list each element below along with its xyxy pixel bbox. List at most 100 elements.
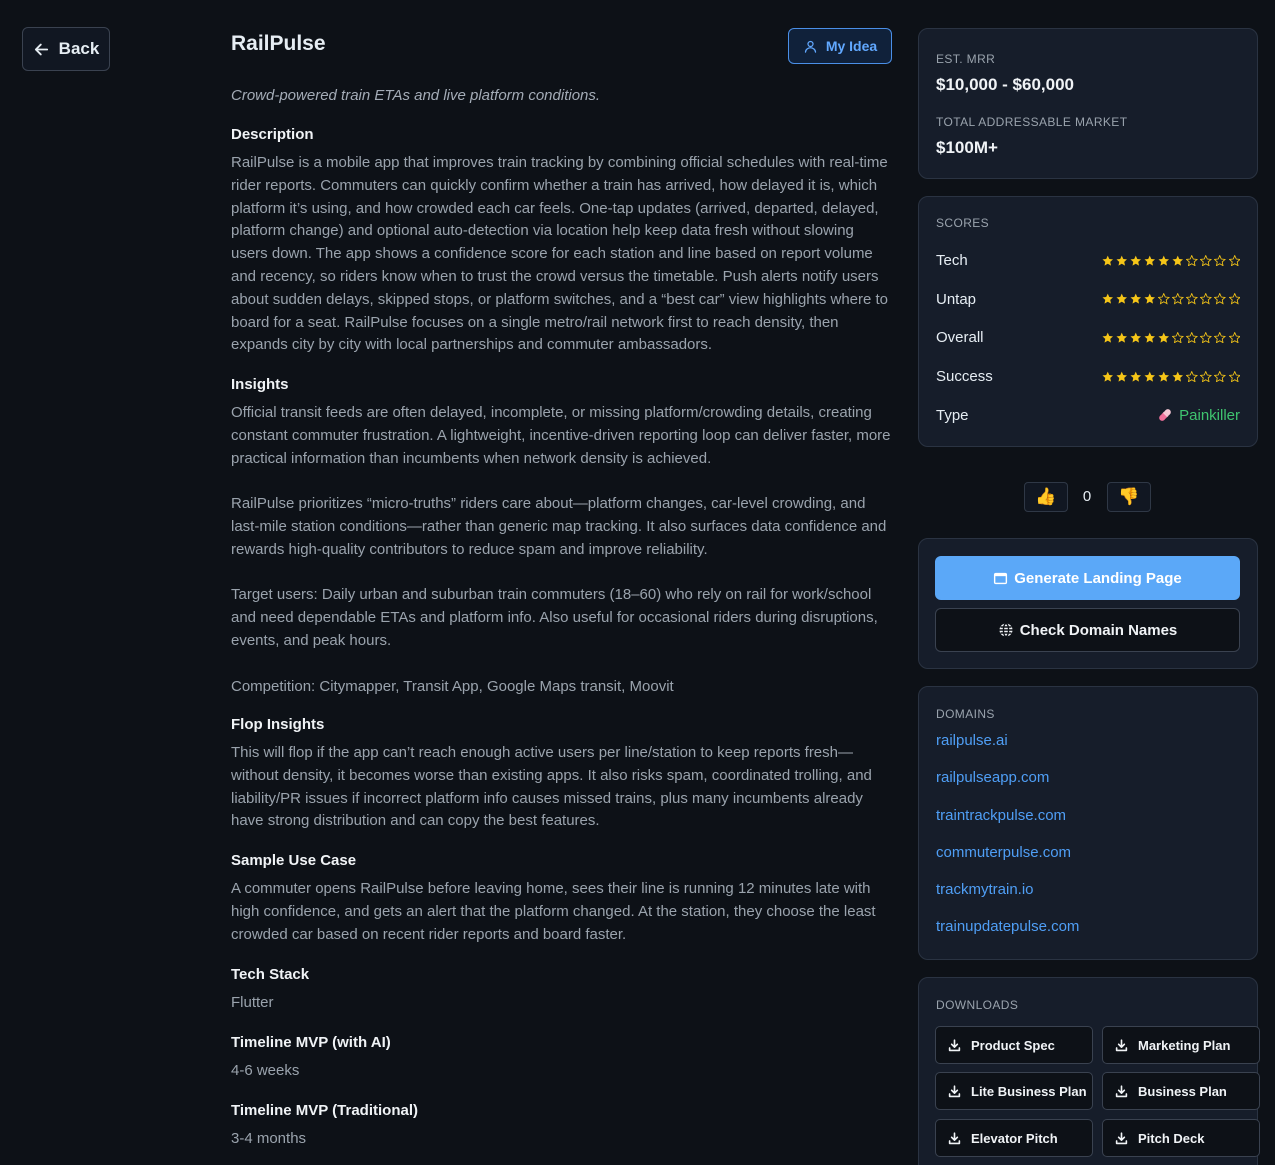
generate-label: Generate Landing Page <box>1014 569 1182 587</box>
star-filled-icon <box>1116 293 1127 304</box>
star-empty-icon <box>1214 370 1226 383</box>
type-row: Type Painkiller <box>936 396 1240 435</box>
generate-landing-page-button[interactable]: Generate Landing Page <box>935 556 1240 600</box>
star-rating <box>1102 293 1240 305</box>
domain-link[interactable]: railpulseapp.com <box>936 768 1240 805</box>
domains-card: DOMAINS railpulse.ai railpulseapp.com tr… <box>918 686 1258 960</box>
download-marketing-plan-button[interactable]: Marketing Plan <box>1102 1026 1260 1064</box>
download-business-plan-button[interactable]: Business Plan <box>1102 1072 1260 1110</box>
score-row-untap: Untap <box>936 280 1240 319</box>
section-description: Description RailPulse is a mobile app th… <box>231 125 891 357</box>
tam-value: $100M+ <box>936 138 998 157</box>
mrr-label: EST. MRR <box>936 52 996 66</box>
star-empty-icon <box>1228 331 1240 344</box>
my-idea-button[interactable]: My Idea <box>788 28 892 64</box>
download-icon <box>1115 1084 1128 1097</box>
download-lite-business-plan-button[interactable]: Lite Business Plan <box>935 1072 1093 1110</box>
user-icon <box>804 40 816 53</box>
section-heading: Description <box>231 126 314 143</box>
check-domain-names-button[interactable]: Check Domain Names <box>935 608 1240 652</box>
globe-icon <box>999 622 1013 638</box>
section-body: 4-6 weeks <box>231 1062 300 1079</box>
vote-count: 0 <box>1082 488 1092 505</box>
section-body: This will flop if the app can’t reach en… <box>231 744 872 830</box>
star-empty-icon <box>1158 293 1170 305</box>
section-heading: Sample Use Case <box>231 852 357 869</box>
star-filled-icon <box>1144 371 1155 382</box>
star-filled-icon <box>1116 255 1127 266</box>
star-empty-icon <box>1228 293 1240 305</box>
download-label: Elevator Pitch <box>971 1130 1058 1146</box>
star-empty-icon <box>1200 331 1212 344</box>
download-label: Lite Business Plan <box>971 1083 1087 1099</box>
section-timeline-ai: Timeline MVP (with AI) 4-6 weeks <box>231 1033 891 1083</box>
star-empty-icon <box>1200 370 1212 383</box>
star-filled-icon <box>1158 371 1170 382</box>
star-empty-icon <box>1214 293 1226 305</box>
star-filled-icon <box>1130 255 1141 266</box>
domain-link[interactable]: trackmytrain.io <box>936 880 1240 917</box>
star-filled-icon <box>1158 332 1170 343</box>
star-empty-icon <box>1214 254 1226 267</box>
scores-heading: SCORES <box>936 216 990 230</box>
download-icon <box>948 1084 961 1097</box>
section-sample-use-case: Sample Use Case A commuter opens RailPul… <box>231 851 891 946</box>
domains-heading: DOMAINS <box>936 707 995 721</box>
section-heading: Timeline MVP (with AI) <box>231 1034 391 1051</box>
download-label: Pitch Deck <box>1138 1130 1205 1146</box>
browser-window-icon <box>994 572 1008 584</box>
star-empty-icon <box>1200 254 1212 267</box>
score-row-overall: Overall <box>936 318 1240 357</box>
star-filled-icon <box>1102 332 1113 343</box>
download-elevator-pitch-button[interactable]: Elevator Pitch <box>935 1119 1093 1157</box>
score-label: Untap <box>936 290 977 308</box>
download-icon <box>948 1038 961 1051</box>
domain-link[interactable]: traintrackpulse.com <box>936 806 1240 843</box>
section-body: A commuter opens RailPulse before leavin… <box>231 880 876 943</box>
star-empty-icon <box>1172 293 1184 305</box>
star-rating <box>1102 331 1240 344</box>
domain-link[interactable]: trainupdatepulse.com <box>936 917 1240 954</box>
downloads-card: DOWNLOADS Product Spec Marketing Plan Li… <box>918 977 1260 1165</box>
section-heading: Timeline MVP (Traditional) <box>231 1102 418 1119</box>
star-filled-icon <box>1144 293 1155 304</box>
star-filled-icon <box>1144 255 1155 266</box>
star-empty-icon <box>1228 370 1240 383</box>
tam-label: TOTAL ADDRESSABLE MARKET <box>936 115 1128 129</box>
domain-link[interactable]: railpulse.ai <box>936 731 1240 768</box>
star-filled-icon <box>1158 255 1170 266</box>
section-tech-stack: Tech Stack Flutter <box>231 965 891 1015</box>
download-label: Business Plan <box>1138 1083 1227 1099</box>
section-timeline-traditional: Timeline MVP (Traditional) 3-4 months <box>231 1101 891 1151</box>
downvote-button[interactable]: 👎 <box>1107 482 1151 512</box>
type-text: Painkiller <box>1179 406 1240 424</box>
domain-link[interactable]: commuterpulse.com <box>936 843 1240 880</box>
download-label: Product Spec <box>971 1037 1055 1053</box>
section-heading: Flop Insights <box>231 716 325 733</box>
star-filled-icon <box>1144 332 1155 343</box>
download-product-spec-button[interactable]: Product Spec <box>935 1026 1093 1064</box>
star-filled-icon <box>1172 371 1184 382</box>
check-domains-label: Check Domain Names <box>1019 621 1178 639</box>
section-heading: Insights <box>231 376 289 393</box>
section-body: RailPulse is a mobile app that improves … <box>231 154 889 354</box>
star-filled-icon <box>1172 255 1184 266</box>
upvote-button[interactable]: 👍 <box>1024 482 1068 512</box>
download-icon <box>948 1131 961 1144</box>
back-button[interactable]: Back <box>22 27 110 71</box>
score-label: Overall <box>936 329 984 347</box>
star-empty-icon <box>1228 254 1240 267</box>
download-label: Marketing Plan <box>1138 1037 1231 1053</box>
star-rating <box>1102 370 1240 383</box>
star-rating <box>1102 254 1240 267</box>
star-filled-icon <box>1130 371 1141 382</box>
star-filled-icon <box>1116 371 1127 382</box>
thumbs-up-icon: 👍 <box>1035 487 1057 506</box>
market-card: EST. MRR $10,000 - $60,000 TOTAL ADDRESS… <box>918 28 1258 179</box>
idea-tagline: Crowd-powered train ETAs and live platfo… <box>231 87 601 104</box>
arrow-left-icon <box>34 43 48 55</box>
download-icon <box>1115 1131 1128 1144</box>
star-empty-icon <box>1214 331 1226 344</box>
download-pitch-deck-button[interactable]: Pitch Deck <box>1102 1119 1260 1157</box>
section-body: 3-4 months <box>231 1130 307 1147</box>
